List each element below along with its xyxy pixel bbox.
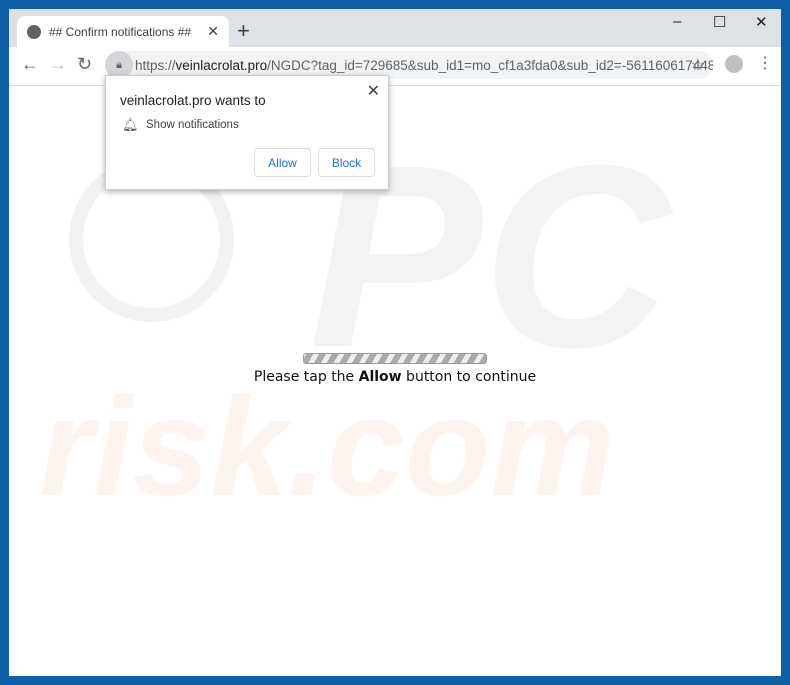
browser-window: ## Confirm notifications ## ✕ + – ☐ ✕ ← … [9,9,781,676]
tab-close-icon[interactable]: ✕ [207,23,219,40]
tab-strip: ## Confirm notifications ## ✕ + – ☐ ✕ [9,9,781,47]
popup-title: veinlacrolat.pro wants to [120,93,266,108]
menu-icon[interactable]: ⋮ [757,53,773,73]
url-prefix: https:// [135,57,176,73]
url-text[interactable]: https://veinlacrolat.pro/NGDC?tag_id=729… [135,58,713,73]
back-icon[interactable]: ← [21,54,39,75]
url-path: /NGDC?tag_id=729685&sub_id1=mo_cf1a3fda0… [267,57,713,73]
bell-icon: 🔔︎ [122,117,139,132]
watermark-risk: risk.com [39,368,615,525]
forward-icon[interactable]: → [49,54,67,75]
profile-avatar[interactable] [725,55,743,73]
minimize-button[interactable]: – [673,13,681,30]
reload-icon[interactable]: ↻ [77,54,92,75]
block-button[interactable]: Block [318,148,375,177]
instruction-text: Please tap the Allow button to continue [253,369,537,385]
url-domain: veinlacrolat.pro [175,57,268,73]
permission-label: Show notifications [146,119,239,131]
globe-icon [27,24,41,39]
progress-bar [303,353,487,364]
new-tab-button[interactable]: + [237,18,250,44]
notification-permission-popup: veinlacrolat.pro wants to ✕ 🔔︎ Show noti… [105,75,389,190]
bookmark-star-icon[interactable]: ☆ [691,55,705,75]
maximize-button[interactable]: ☐ [713,13,726,31]
popup-close-icon[interactable]: ✕ [367,81,380,101]
tab-title: ## Confirm notifications ## [49,24,192,39]
tab-active[interactable]: ## Confirm notifications ## ✕ [17,16,229,47]
close-window-button[interactable]: ✕ [755,13,768,31]
allow-button[interactable]: Allow [254,148,311,177]
